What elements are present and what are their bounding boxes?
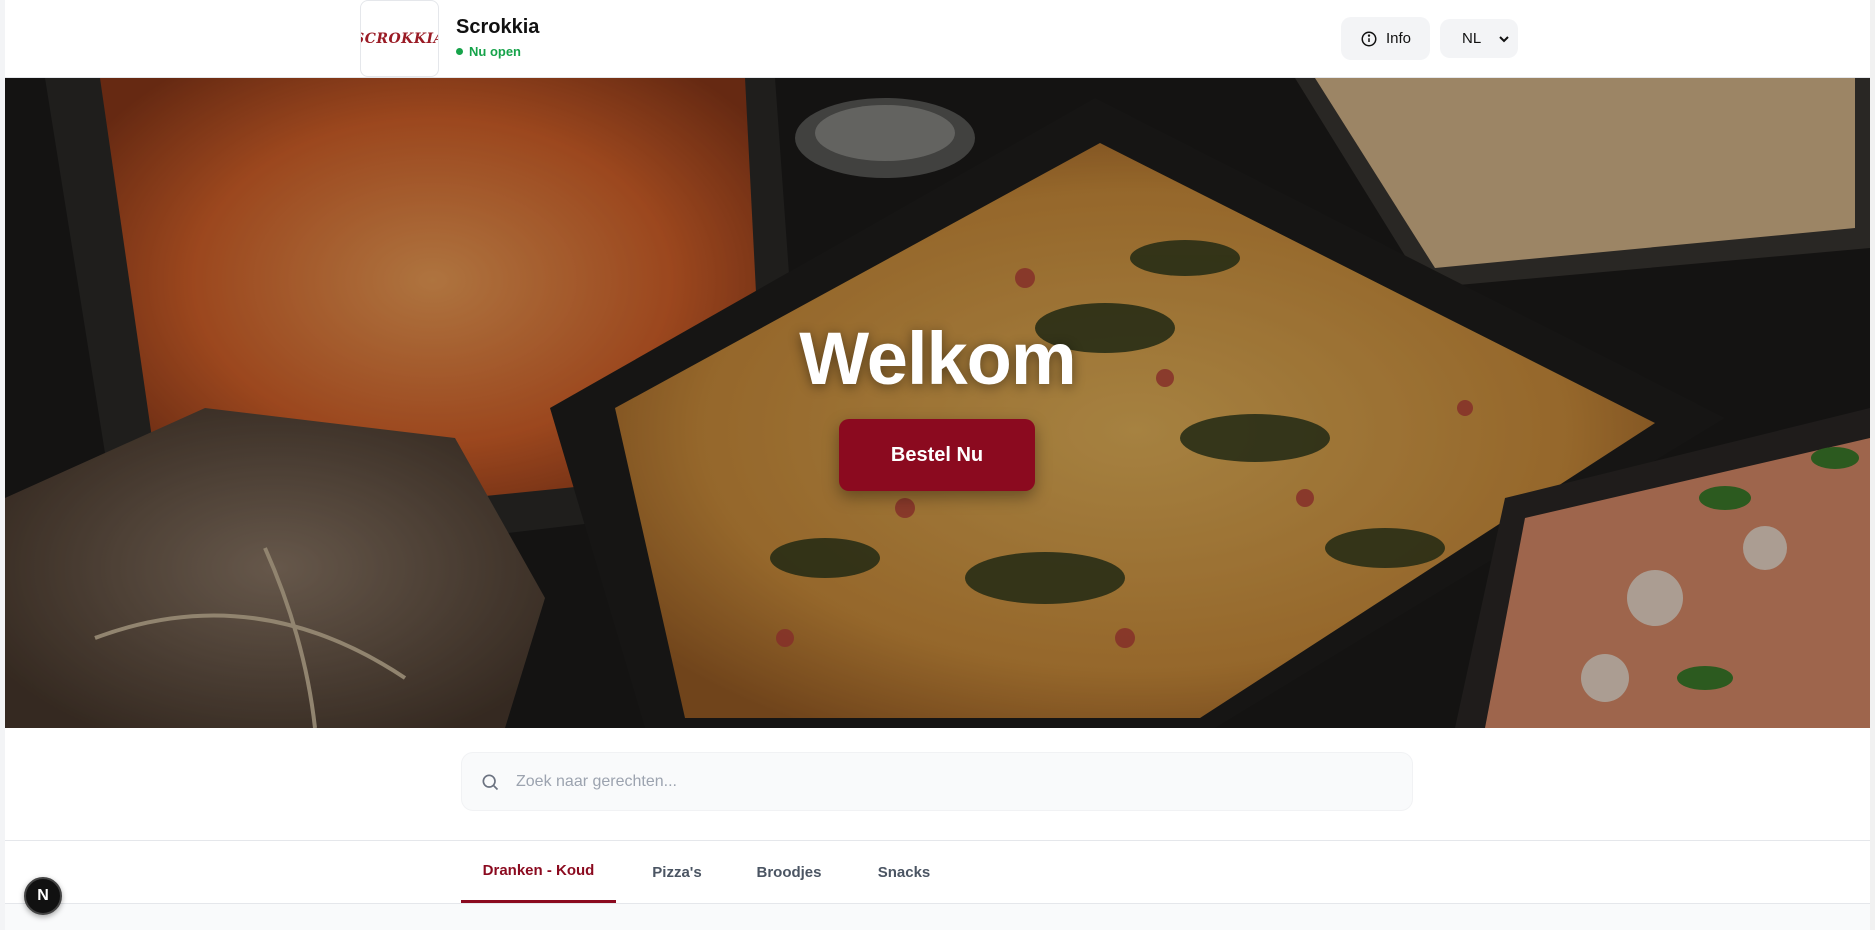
category-tabs: Dranken - Koud Pizza's Broodjes Snacks (5, 840, 1870, 904)
search-bar (461, 752, 1413, 811)
info-circle-icon (1361, 31, 1377, 46)
dev-tools-badge-letter: N (37, 887, 49, 904)
tab-pizzas[interactable]: Pizza's (636, 841, 718, 903)
restaurant-name: Scrokkia (456, 16, 540, 38)
info-button-label: Info (1385, 30, 1412, 47)
order-now-button[interactable]: Bestel Nu (839, 419, 1035, 491)
language-value: NL (1462, 30, 1482, 47)
tab-snacks[interactable]: Snacks (863, 841, 945, 903)
open-status: Nu open (456, 44, 521, 59)
scrollbar-track[interactable] (1870, 0, 1875, 930)
site-header: SCROKKIA Scrokkia Nu open Info NL (5, 0, 1870, 78)
page: SCROKKIA Scrokkia Nu open Info NL (0, 0, 1875, 930)
restaurant-logo[interactable]: SCROKKIA (360, 0, 439, 77)
tab-broodjes[interactable]: Broodjes (739, 841, 839, 903)
hero-banner: Welkom Bestel Nu (5, 78, 1870, 728)
content-area (5, 904, 1870, 930)
status-dot-icon (456, 48, 463, 55)
search-input[interactable] (516, 772, 1412, 791)
search-icon (482, 774, 499, 790)
tab-dranken-koud[interactable]: Dranken - Koud (461, 841, 616, 903)
chevron-down-icon (1499, 35, 1509, 42)
open-status-label: Nu open (469, 44, 521, 59)
info-button[interactable]: Info (1341, 17, 1430, 60)
language-select[interactable]: NL (1440, 19, 1518, 58)
hero-overlay (5, 78, 1870, 728)
logo-wordmark: SCROKKIA (361, 30, 438, 47)
dev-tools-badge[interactable]: N (24, 877, 62, 915)
window-edge-left (0, 0, 5, 930)
hero-title: Welkom (799, 317, 1076, 400)
